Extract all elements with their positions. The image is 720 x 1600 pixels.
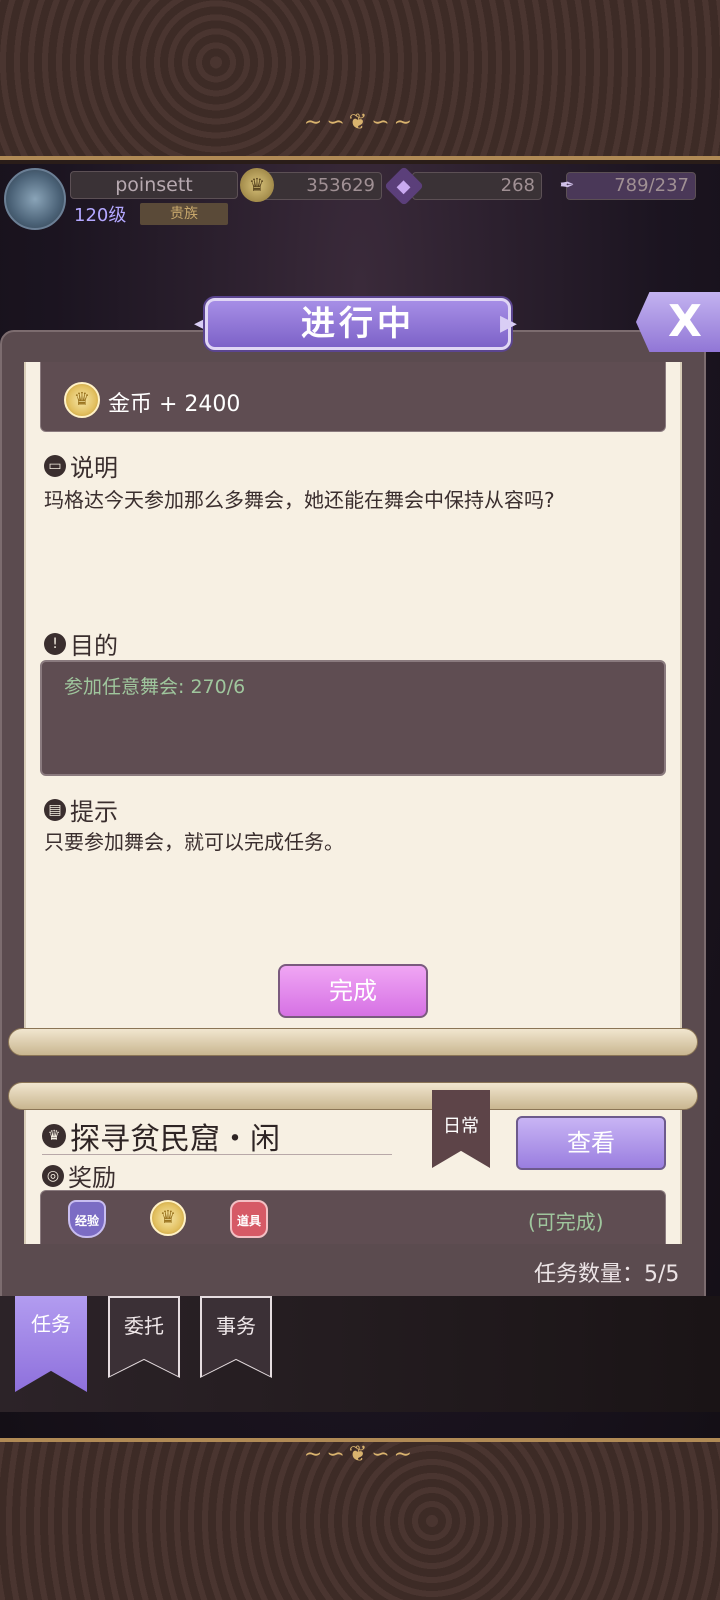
tab-commission-label: 委托 [124,1314,164,1338]
stamina-value: 789/237 [614,175,689,196]
goal-progress-text: 参加任意舞会: 270/6 [64,676,246,698]
coins-icon: ◎ [42,1164,64,1187]
hint-label: 提示 [70,798,118,826]
player-avatar[interactable] [4,168,66,230]
player-level: 120级 [74,205,127,226]
diamond-value: 268 [500,175,535,196]
player-title-badge: 贵族 [140,203,228,225]
gold-crown-icon[interactable]: ♛ [240,168,274,202]
gold-coin-icon: ♛ [150,1200,186,1236]
bottom-flourish-ornament: ∼∽❦∽∼ [303,1442,417,1467]
exp-badge-label: 经验 [74,1214,99,1228]
exp-badge: 经验 [68,1200,106,1238]
gold-value: 353629 [306,175,375,196]
description-label: 说明 [70,454,118,482]
player-name: poinsett [70,171,238,199]
item-badge: 道具 [230,1200,268,1238]
reward-gold-text: 金币 + 2400 [108,392,241,417]
exclamation-icon: ! [44,632,66,655]
tab-affairs-label: 事务 [216,1314,256,1338]
note-icon: ▤ [44,798,66,821]
reward-heading: ◎ 奖励 [42,1158,116,1193]
stamina-counter: 789/237 [566,172,696,200]
hint-heading: ▤ 提示 [44,792,118,827]
bottom-ornate-frame: ∼∽❦∽∼ [0,1438,720,1600]
quest-card-title: ♛ 探寻贫民窟・闲 [42,1114,280,1158]
hint-text: 只要参加舞会，就可以完成任务。 [44,830,344,854]
gold-coin-icon: ♛ [64,382,100,418]
top-ornate-frame: ∼∽❦∽∼ [0,0,720,160]
tab-quests-label: 任务 [31,1312,71,1336]
complete-button[interactable]: 完成 [278,964,428,1018]
gold-counter: 353629 [262,172,382,200]
view-button[interactable]: 查看 [516,1116,666,1170]
quest-title-text: 探寻贫民窟・闲 [70,1122,280,1157]
reward-label: 奖励 [68,1164,116,1192]
close-icon: X [668,296,702,347]
goal-heading: ! 目的 [44,626,118,661]
quest-status: (可完成) [528,1210,604,1234]
close-button[interactable]: X [636,292,720,352]
scroll-bottom-roll [8,1028,698,1056]
diamond-counter: 268 [412,172,542,200]
description-heading: ▭ 说明 [44,448,118,483]
top-flourish-ornament: ∼∽❦∽∼ [303,110,417,135]
banner-right-arrow-icon: ▶ [500,311,517,336]
book-icon: ▭ [44,454,66,477]
feather-icon[interactable]: ✒ [550,168,584,202]
card-top-roll [8,1082,698,1110]
title-divider [42,1154,392,1155]
item-badge-label: 道具 [236,1214,261,1228]
task-count: 任务数量：5/5 [534,1262,680,1287]
description-text: 玛格达今天参加那么多舞会，她还能在舞会中保持从容吗? [44,488,555,512]
crown-icon: ♛ [42,1124,66,1148]
goal-label: 目的 [70,632,118,660]
panel-title: 进行中 [205,298,511,350]
